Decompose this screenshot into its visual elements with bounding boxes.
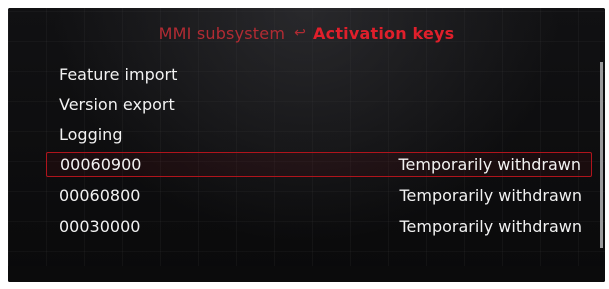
menu-item-version-export[interactable]: Version export xyxy=(46,92,592,117)
menu-item-label: Logging xyxy=(59,125,123,144)
page-title: Activation keys xyxy=(313,23,455,43)
menu-item-label: 00060800 xyxy=(59,186,141,205)
menu-item-label: 00030000 xyxy=(59,217,141,236)
menu-item-feature-import[interactable]: Feature import xyxy=(46,62,592,87)
bottom-bar xyxy=(8,266,605,282)
menu-item-status: Temporarily withdrawn xyxy=(398,155,581,174)
menu-item-key-00060900[interactable]: 00060900 Temporarily withdrawn xyxy=(46,152,592,177)
menu-item-key-00030000[interactable]: 00030000 Temporarily withdrawn xyxy=(46,214,592,239)
menu-item-status: Temporarily withdrawn xyxy=(399,217,582,236)
scrollbar-thumb[interactable] xyxy=(600,62,603,248)
mmi-screen: MMI subsystem ↩ Activation keys Feature … xyxy=(8,8,605,282)
menu-item-label: Feature import xyxy=(59,65,178,84)
scrollbar[interactable] xyxy=(600,62,603,248)
return-arrow-icon: ↩ xyxy=(294,25,307,41)
menu-item-label: Version export xyxy=(59,95,175,114)
breadcrumb: MMI subsystem ↩ Activation keys xyxy=(8,20,605,46)
menu-item-key-00060800[interactable]: 00060800 Temporarily withdrawn xyxy=(46,183,592,208)
menu-item-logging[interactable]: Logging xyxy=(46,122,592,147)
menu-item-label: 00060900 xyxy=(60,155,142,174)
menu-list: Feature import Version export Logging 00… xyxy=(46,62,592,252)
menu-item-status: Temporarily withdrawn xyxy=(399,186,582,205)
breadcrumb-parent[interactable]: MMI subsystem xyxy=(159,24,286,43)
